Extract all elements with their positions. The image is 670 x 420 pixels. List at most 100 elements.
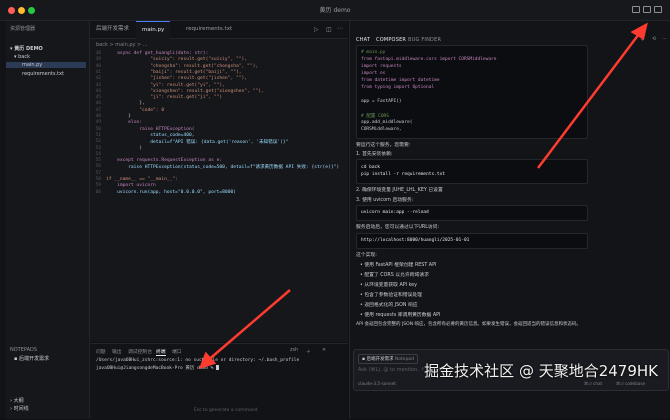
code-line: # 配置 CORS (361, 114, 389, 119)
line-number: 43 (95, 82, 101, 88)
code-line: "ji": result.get("ji", "") (106, 95, 223, 101)
split-editor-icon[interactable]: ◫ (326, 26, 332, 33)
code-line: }, (106, 101, 145, 107)
bullet-item: • 返回格式化的 JSON 响应 (360, 303, 418, 308)
toggle-sidebar-icon[interactable] (632, 6, 640, 13)
tab-main-py[interactable]: main.py (136, 21, 171, 39)
cmd-line: uvicorn main:app --reload (361, 210, 429, 215)
line-number: 54 (95, 151, 101, 157)
step-3: 3. 使用 uvicorn 启动服务: (356, 198, 414, 203)
code-line: } (106, 114, 131, 119)
code-line: import requests (361, 64, 402, 69)
notepads-section[interactable]: NOTEPADS (10, 347, 37, 353)
code-line: app = FastAPI() (361, 99, 402, 104)
code-line: except requests.RequestException as e: (106, 158, 223, 164)
run-icon[interactable]: ▷ (314, 26, 319, 33)
code-line: raise HTTPException(status_code=500, det… (106, 165, 340, 171)
toggle-panel-icon[interactable] (643, 6, 651, 13)
code-line: from datetime import datetime (361, 78, 440, 83)
line-number: 49 (95, 120, 101, 126)
breadcrumb: back > main.py > ... (96, 42, 148, 48)
line-number: 38 (95, 51, 101, 56)
line-number: 53 (95, 145, 101, 151)
new-chat-icon[interactable]: ＋ (640, 36, 645, 43)
cmd-line: pip install -r requirements.txt (361, 172, 445, 177)
window-title: 黄历 demo (319, 7, 351, 14)
line-number: 51 (95, 132, 101, 138)
code-block-url: http://localhost:8000/huangli/2025-01-01 (356, 233, 588, 249)
code-block-run: uvicorn main:app --reload (356, 205, 588, 221)
line-number: 39 (95, 57, 101, 63)
title-bar: 黄历 demo (0, 0, 670, 21)
code-line: # main.py (361, 50, 386, 55)
line-number: 41 (95, 69, 101, 75)
line-number: 55 (95, 158, 101, 164)
line-number: 58 (95, 177, 101, 182)
file-label: main.py (22, 62, 43, 68)
line-number: 45 (95, 95, 101, 101)
toggle-aux-bar-icon[interactable] (654, 6, 662, 13)
code-line: "code": 0 (106, 107, 165, 113)
folder-label: back (18, 54, 30, 60)
timeline-section[interactable]: › 时间线 (10, 405, 29, 412)
bullet-item: • 使用 requests 库调用黄历数据 API (360, 313, 441, 318)
watermark: 掘金技术社区 @ 天聚地合2479HK (0, 354, 670, 384)
code-line: "chongsha": result.get("chongsha", ""), (106, 63, 259, 69)
workspace-root[interactable]: ▾ 黄历 DEMO (10, 45, 43, 52)
tab-chat[interactable]: CHAT (356, 37, 370, 43)
bullet-text: 包含了参数验证和错误处理 (364, 293, 422, 298)
line-number: 60 (95, 189, 101, 195)
code-line: "jishen": result.get("jishen", ""), (106, 76, 248, 82)
code-line: "suiciy": result.get("suiciy", ""), (106, 57, 248, 63)
workspace-root-label: 黄历 DEMO (14, 46, 43, 52)
code-line: from typing import Optional (361, 85, 435, 90)
code-line: app.add_middleware( (361, 120, 413, 125)
code-line: else: (106, 120, 142, 126)
bullet-text: 返回格式化的 JSON 响应 (364, 303, 418, 308)
message-final: API 会返回包含完整的 JSON 响应，包含所有必要的黄历信息。如果发生错误，… (356, 322, 581, 327)
outline-section[interactable]: › 大纲 (10, 397, 24, 404)
tab-requirements-txt[interactable]: requirements.txt (180, 21, 238, 38)
bullet-text: 配置了 CORS 以允许跨域请求 (364, 273, 429, 278)
line-number: 50 (95, 126, 101, 132)
line-number: 59 (95, 183, 101, 189)
editor-area: 后端开发需求 main.py requirements.txt ▷ ◫ ⋯ ba… (90, 21, 348, 342)
code-line: "yi": result.get("yi", ""), (106, 82, 225, 88)
line-number: 48 (95, 114, 101, 119)
editor-tabs: 后端开发需求 main.py requirements.txt ▷ ◫ ⋯ (90, 21, 348, 39)
shell-label[interactable]: zsh (290, 348, 298, 353)
more-icon[interactable]: ⋯ (662, 36, 667, 42)
code-line: import os (361, 71, 386, 76)
tab-composer[interactable]: COMPOSER (376, 37, 406, 43)
line-number: 46 (95, 101, 101, 107)
code-line: detail=f"API 错误: {data.get('reason', '未知… (106, 140, 289, 146)
line-number: 47 (95, 107, 101, 113)
terminal-hint: Esc to generate a command (194, 408, 258, 413)
bullet-text: 从环境变量获取 API key (364, 283, 417, 288)
code-line: "baiji": result.get("baiji", ""), (106, 69, 242, 75)
folder-back[interactable]: ▾ back (14, 54, 30, 60)
code-block-main: # main.py from fastapi.middleware.cors im… (356, 45, 588, 139)
cmd-line: cd back (361, 165, 380, 170)
tab-requirements-doc[interactable]: 后端开发需求 (90, 21, 135, 38)
line-number: 40 (95, 63, 101, 69)
step-1: 1. 首先安装依赖: (356, 152, 393, 157)
close-panel-icon[interactable]: ✕ (322, 348, 326, 353)
code-line: ) (106, 145, 142, 151)
code-line: status_code=400, (106, 132, 195, 138)
line-number: 42 (95, 76, 101, 82)
code-line: if __name__ == "__main__": (106, 177, 178, 182)
watermark-text: 掘金技术社区 @ 天聚地合2479HK (424, 362, 658, 380)
code-line: import uvicorn (106, 183, 156, 189)
line-number: 56 (95, 164, 101, 170)
bullet-text: 使用 requests 库调用黄历数据 API (364, 313, 441, 318)
line-number: 57 (95, 170, 101, 176)
more-actions-icon[interactable]: ⋯ (337, 25, 343, 32)
bullet-item: • 从环境变量获取 API key (360, 283, 417, 288)
code-line: async def get_huangli(date: str): (106, 51, 209, 56)
tab-bug-finder[interactable]: BUG FINDER (408, 37, 441, 43)
history-icon[interactable]: ⟲ (652, 36, 656, 42)
file-requirements-txt[interactable]: requirements.txt (22, 71, 64, 77)
line-number: 52 (95, 139, 101, 145)
file-main-py[interactable]: main.py (6, 62, 86, 68)
